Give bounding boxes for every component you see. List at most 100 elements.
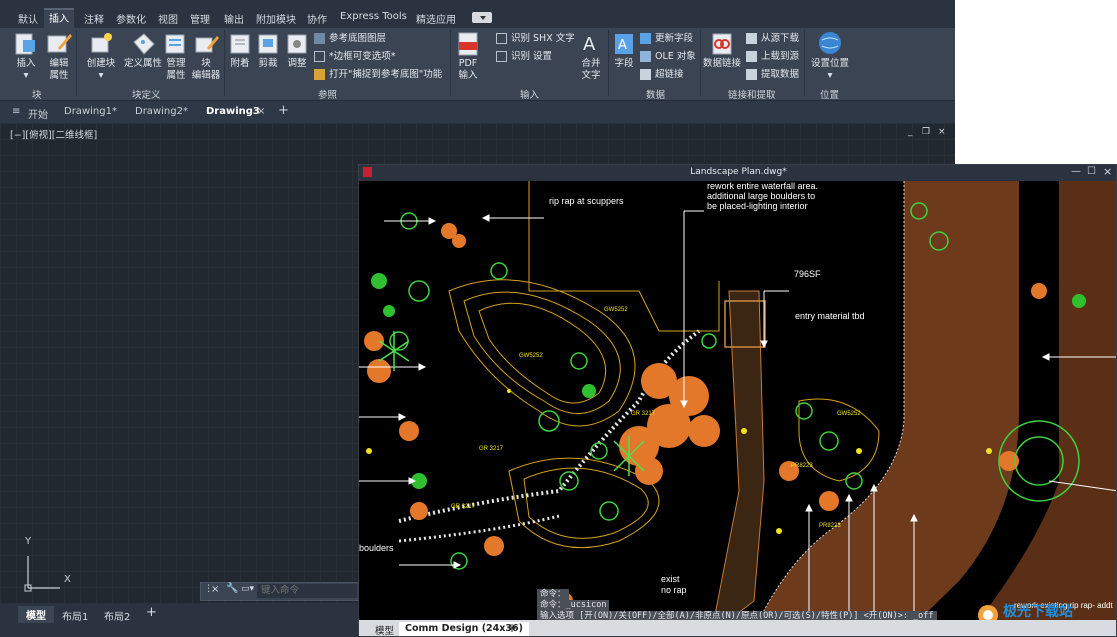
extract-data-button[interactable]: 提取数据 [746, 68, 799, 82]
command-input[interactable] [257, 584, 357, 598]
ole-object-button[interactable]: OLE 对象 [640, 50, 696, 64]
adjust-button[interactable]: 调整 [284, 30, 310, 70]
attach-button[interactable]: 附着 [228, 30, 252, 70]
new-layout-button[interactable]: + [507, 621, 517, 635]
download-icon [746, 33, 757, 44]
document-tab-bar: ≡ 开始 Drawing1* Drawing2* Drawing3 × + [0, 100, 955, 123]
edit-attr-label-1: 编辑 [49, 58, 69, 69]
layout-tab-bar: 模型 Comm Design (24x36) + [359, 620, 1116, 636]
customize-wrench-icon[interactable]: 🔧 [226, 583, 238, 594]
ole-object-label: OLE 对象 [655, 51, 696, 62]
tab-insert[interactable]: 插入 [44, 8, 74, 28]
data-link-label: 数据链接 [702, 58, 741, 69]
note-boulders: boulders [359, 543, 394, 553]
tab-model[interactable]: 模型 [375, 623, 394, 636]
landscape-plan-canvas[interactable]: rip rap at scuppers rework entire waterf… [359, 181, 1116, 625]
window-title: Landscape Plan.dwg* [690, 167, 787, 177]
tab-express-tools[interactable]: Express Tools [340, 11, 407, 22]
close-viewport-icon[interactable]: × [938, 127, 946, 137]
update-fields-label: 更新字段 [655, 33, 694, 44]
minimize-viewport-icon[interactable]: _ [908, 127, 913, 137]
restore-viewport-icon[interactable]: ❐ [922, 127, 930, 137]
tab-addins[interactable]: 附加模块 [256, 11, 296, 26]
tab-drawing2[interactable]: Drawing2* [135, 106, 188, 117]
tab-layout2[interactable]: 布局2 [104, 608, 130, 623]
plant-tag: PR8223 [819, 523, 841, 529]
clip-icon [258, 34, 278, 54]
ucs-y-label: Y [25, 536, 32, 547]
clip-label: 剪裁 [258, 58, 278, 69]
tab-start[interactable]: 开始 [28, 106, 48, 121]
adjust-icon [287, 34, 307, 54]
block-editor-label-2: 编辑器 [191, 70, 221, 81]
plant-tag: GW5252 [604, 307, 628, 313]
tab-drawing1[interactable]: Drawing1* [64, 106, 117, 117]
minimize-window-icon[interactable]: — [1071, 166, 1081, 177]
plant-tag: GR 3217 [451, 504, 476, 510]
tab-output[interactable]: 输出 [224, 11, 244, 26]
download-source-button[interactable]: 从源下载 [746, 32, 799, 46]
tab-layout1[interactable]: 布局1 [62, 608, 88, 623]
tab-model[interactable]: 模型 [18, 606, 54, 623]
tab-default[interactable]: 默认 [18, 11, 38, 26]
walkway [713, 290, 765, 621]
snap-underlay-button[interactable]: 打开"捕捉到参考底图"功能 [314, 68, 442, 82]
tab-manage[interactable]: 管理 [190, 11, 210, 26]
ribbon-divider [224, 30, 225, 96]
update-fields-button[interactable]: 更新字段 [640, 32, 693, 46]
recognize-shx-button[interactable]: 识别 SHX 文字 [496, 32, 575, 46]
define-attributes-button[interactable]: 定义属性 [122, 30, 164, 70]
frame-variable-button[interactable]: *边框可变选项* [314, 50, 396, 64]
tab-annotate[interactable]: 注释 [84, 11, 104, 26]
combine-text-button[interactable]: A 合并 文字 [578, 30, 604, 82]
underlay-layers-button[interactable]: 参考底图图层 [314, 32, 386, 46]
new-layout-button[interactable]: + [146, 605, 157, 620]
svg-text:A: A [583, 34, 596, 55]
adjust-label: 调整 [287, 58, 307, 69]
block-editor-icon [195, 36, 219, 53]
globe-icon [819, 32, 841, 54]
edit-attr-label-2: 属性 [49, 70, 69, 81]
tab-drawing3[interactable]: Drawing3 [206, 106, 260, 117]
maximize-window-icon[interactable]: ☐ [1087, 166, 1096, 177]
close-command-icon[interactable]: × [211, 584, 219, 595]
upload-source-label: 上载到源 [761, 51, 800, 62]
set-location-button[interactable]: 设置位置 ▾ [808, 30, 852, 82]
ribbon-divider [608, 30, 609, 96]
recognize-settings-button[interactable]: 识别 设置 [496, 50, 552, 64]
close-window-icon[interactable]: × [1103, 165, 1112, 178]
pdf-import-label-1: PDF [458, 58, 478, 69]
snap-underlay-label: 打开"捕捉到参考底图"功能 [329, 69, 443, 80]
new-tab-button[interactable]: + [278, 103, 289, 118]
insert-block-button[interactable]: 插入 ▾ [8, 30, 44, 82]
create-block-button[interactable]: 创建块 ▾ [84, 30, 118, 82]
command-history: 命令： 命令：_ucsicon 输入选项 [开(ON)/关(OFF)/全部(A)… [537, 589, 937, 622]
ribbon-options-dropdown[interactable] [472, 12, 492, 23]
underlay-layers-label: 参考底图图层 [329, 33, 387, 44]
define-attributes-icon [133, 33, 155, 55]
tree-symbols [378, 331, 645, 476]
insert-icon [15, 33, 35, 55]
field-button[interactable]: A 字段 [612, 30, 636, 70]
block-editor-button[interactable]: 块 编辑器 [190, 30, 222, 82]
file-tab-menu-icon[interactable]: ≡ [12, 106, 20, 117]
tab-view[interactable]: 视图 [158, 11, 178, 26]
clip-button[interactable]: 剪裁 [256, 30, 280, 70]
upload-source-button[interactable]: 上载到源 [746, 50, 799, 64]
tab-featured-apps[interactable]: 精选应用 [416, 11, 456, 26]
tab-collaborate[interactable]: 协作 [307, 11, 327, 26]
frame-icon [314, 51, 325, 62]
pdf-import-button[interactable]: PDF 输入 [454, 30, 482, 82]
viewport-controls-label[interactable]: [−][俯视][二维线框] [10, 127, 97, 141]
data-link-button[interactable]: 数据链接 [702, 30, 742, 70]
tab-parametric[interactable]: 参数化 [116, 11, 146, 26]
close-tab-icon[interactable]: × [257, 106, 265, 117]
note-rip-rap: rip rap at scuppers [549, 196, 624, 206]
recent-commands-icon[interactable]: ▭▾ [241, 584, 254, 594]
hyperlink-button[interactable]: 超链接 [640, 68, 684, 82]
create-block-label: 创建块 [86, 58, 116, 69]
manage-attributes-button[interactable]: 管理 属性 [162, 30, 190, 82]
manage-attributes-icon [165, 34, 185, 54]
manage-attr-label-2: 属性 [166, 70, 186, 81]
edit-attribute-button[interactable]: 编辑 属性 [44, 30, 74, 82]
